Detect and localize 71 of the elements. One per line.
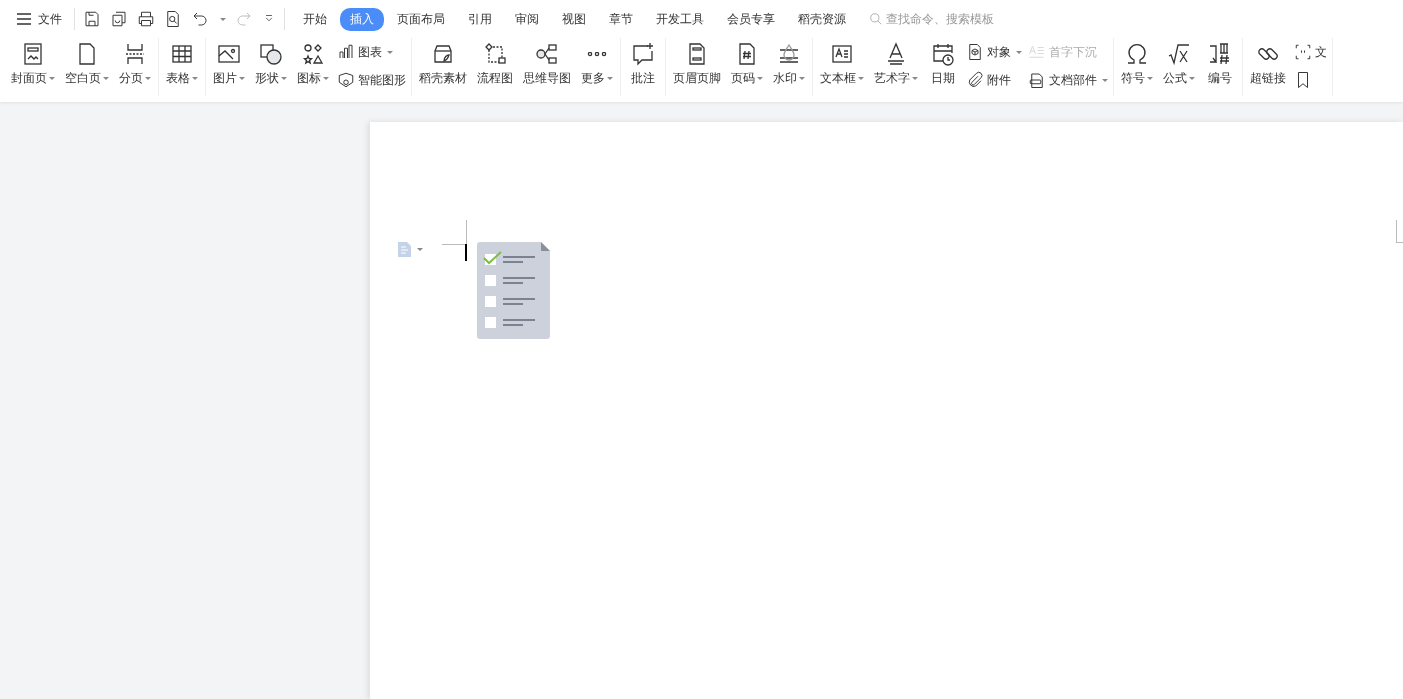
ribbon-button[interactable]: 对象 [965, 40, 1023, 64]
ribbon-button[interactable]: 空白页 [60, 40, 114, 89]
print-icon [137, 10, 155, 28]
ribbon-tab[interactable]: 引用 [458, 7, 502, 31]
ribbon-tab[interactable]: 章节 [599, 7, 643, 31]
cover-page-icon [21, 42, 45, 66]
ribbon-button[interactable]: 页眉页脚 [668, 40, 726, 89]
ribbon-button[interactable]: 艺术字 [869, 40, 923, 89]
cube-icon [966, 43, 984, 61]
ribbon-button[interactable]: 封面页 [6, 40, 60, 89]
undo-icon [191, 10, 209, 28]
ribbon-button[interactable]: 图片 [208, 40, 250, 89]
ribbon-tab[interactable]: 会员专享 [717, 7, 785, 31]
file-menu[interactable]: 文件 [12, 8, 66, 30]
ribbon-tab[interactable]: 开始 [293, 7, 337, 31]
ribbon-button[interactable]: 文本框 [815, 40, 869, 89]
ribbon-button[interactable]: 分页 [114, 40, 156, 89]
numbering-icon [1208, 42, 1232, 66]
ribbon-tab[interactable]: 审阅 [505, 7, 549, 31]
ribbon-button[interactable]: 流程图 [472, 40, 518, 89]
shape-icon [259, 42, 283, 66]
ribbon-button[interactable]: 表格 [161, 40, 203, 89]
bracket-quote-icon [1294, 43, 1312, 61]
ribbon-button[interactable]: 文档部件 [1027, 68, 1109, 92]
flowchart-icon [483, 42, 507, 66]
ribbon-button[interactable]: 超链接 [1245, 40, 1291, 89]
paperclip-icon [966, 71, 984, 89]
comment-icon [631, 42, 655, 66]
menu-icon [16, 13, 32, 25]
picture-icon [217, 42, 241, 66]
bar-chart-icon [337, 43, 355, 61]
ribbon-button[interactable]: 日期 [923, 40, 963, 89]
ribbon-button[interactable]: 符号 [1116, 40, 1158, 89]
ribbon-button[interactable]: 智能图形 [336, 68, 407, 92]
print-preview-icon [164, 10, 182, 28]
margin-mark [442, 220, 467, 245]
margin-mark [1396, 220, 1403, 243]
ribbon-button[interactable]: 更多 [576, 40, 618, 89]
ribbon-button[interactable]: 附件 [965, 68, 1023, 92]
watermark-icon [777, 42, 801, 66]
search-icon [869, 12, 883, 26]
ribbon-button[interactable]: 稻壳素材 [414, 40, 472, 89]
ribbon-tab[interactable]: 页面布局 [387, 7, 455, 31]
calendar-icon [931, 42, 955, 66]
mind-map-icon [535, 42, 559, 66]
text-box-icon [830, 42, 854, 66]
ribbon-button[interactable]: 编号 [1200, 40, 1240, 89]
ribbon-button[interactable]: 批注 [623, 40, 663, 89]
ribbon-tab[interactable]: 视图 [552, 7, 596, 31]
save-icon [83, 10, 101, 28]
ribbon-button[interactable]: 页码 [726, 40, 768, 89]
ribbon-tab[interactable]: 开发工具 [646, 7, 714, 31]
ribbon-button[interactable]: 形状 [250, 40, 292, 89]
formula-icon [1167, 42, 1191, 66]
ribbon-button[interactable]: 图标 [292, 40, 334, 89]
more-icon [587, 51, 607, 57]
table-icon [170, 42, 194, 66]
smart-graphic-icon [337, 71, 355, 89]
ribbon-button[interactable]: 公式 [1158, 40, 1200, 89]
drop-cap-icon [1028, 43, 1046, 61]
ribbon-tab[interactable]: 稻壳资源 [788, 7, 856, 31]
ribbon-button[interactable]: 思维导图 [518, 40, 576, 89]
omega-icon [1125, 42, 1149, 66]
icons-icon [301, 42, 325, 66]
export-icon [110, 10, 128, 28]
ribbon-button[interactable]: 文 [1293, 40, 1328, 64]
storefront-icon [431, 42, 455, 66]
ribbon-button[interactable]: 图表 [336, 40, 407, 64]
redo-icon [235, 10, 253, 28]
document-parts-icon [1028, 71, 1046, 89]
ribbon-button[interactable]: 水印 [768, 40, 810, 89]
